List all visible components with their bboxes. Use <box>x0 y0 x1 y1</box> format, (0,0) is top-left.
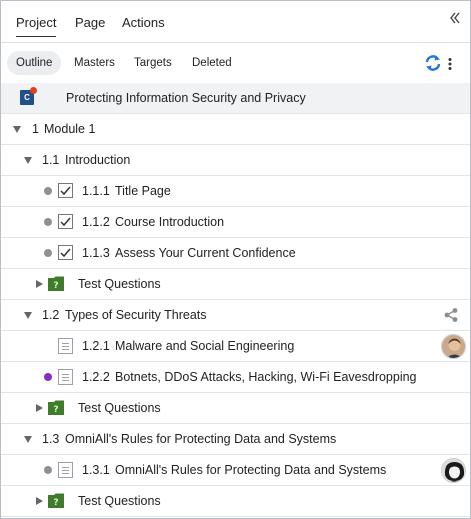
section-row[interactable]: 1.2 Types of Security Threats <box>1 300 470 331</box>
svg-text:?: ? <box>53 405 58 415</box>
page-title: OmniAll's Rules for Protecting Data and … <box>115 463 387 477</box>
tab-targets[interactable]: Targets <box>125 51 181 75</box>
expand-triangle-icon[interactable] <box>24 312 32 319</box>
test-questions-label: Test Questions <box>78 277 161 291</box>
tab-project[interactable]: Project <box>16 15 57 37</box>
section-number: 1.1 <box>42 153 60 167</box>
page-title: Course Introduction <box>115 215 225 229</box>
tab-outline[interactable]: Outline <box>7 51 62 75</box>
checkbox-page-icon[interactable] <box>58 245 73 260</box>
page-row[interactable]: 1.1.2 Course Introduction <box>1 207 470 238</box>
expand-triangle-icon[interactable] <box>24 436 32 443</box>
status-dot <box>44 187 52 195</box>
page-title: Assess Your Current Confidence <box>115 246 296 260</box>
expand-triangle-icon[interactable] <box>13 126 21 133</box>
test-questions-label: Test Questions <box>78 494 161 508</box>
avatar[interactable] <box>441 334 466 359</box>
test-questions-row[interactable]: ? Test Questions <box>1 269 470 300</box>
page-row[interactable]: 1.1.1 Title Page <box>1 176 470 207</box>
page-number: 1.3.1 <box>82 463 110 477</box>
section-title: Introduction <box>65 153 131 167</box>
expand-triangle-icon[interactable] <box>36 280 43 288</box>
checkbox-page-icon[interactable] <box>58 214 73 229</box>
page-title: Title Page <box>115 184 171 198</box>
section-row[interactable]: 1.1 Introduction <box>1 145 470 176</box>
tab-page[interactable]: Page <box>75 15 105 30</box>
page-row[interactable]: 1.2.2 Botnets, DDoS Attacks, Hacking, Wi… <box>1 362 470 393</box>
checkbox-page-icon[interactable] <box>58 183 73 198</box>
section-row[interactable]: 1.3 OmniAll's Rules for Protecting Data … <box>1 424 470 455</box>
tab-masters[interactable]: Masters <box>65 51 124 75</box>
notification-dot <box>30 87 37 94</box>
top-tab-bar: Project Page Actions <box>1 1 470 43</box>
course-title: Protecting Information Security and Priv… <box>66 91 306 105</box>
module-row[interactable]: 1 Module 1 <box>1 114 470 145</box>
page-number: 1.1.2 <box>82 215 110 229</box>
sync-icon[interactable] <box>425 55 441 71</box>
avatar[interactable] <box>441 458 466 483</box>
section-title: Types of Security Threats <box>65 308 207 322</box>
share-icon[interactable] <box>444 308 458 322</box>
page-number: 1.1.1 <box>82 184 110 198</box>
page-title: Botnets, DDoS Attacks, Hacking, Wi-Fi Ea… <box>115 370 417 384</box>
expand-triangle-icon[interactable] <box>36 404 43 412</box>
expand-triangle-icon[interactable] <box>36 497 43 505</box>
sub-tab-bar: Outline Masters Targets Deleted <box>1 43 470 83</box>
module-title: Module 1 <box>44 122 96 136</box>
page-row[interactable]: 1.1.3 Assess Your Current Confidence <box>1 238 470 269</box>
question-folder-icon: ? <box>48 400 64 415</box>
test-questions-row[interactable]: ? Test Questions <box>1 486 470 517</box>
svg-text:?: ? <box>53 281 58 291</box>
page-icon <box>58 462 73 478</box>
test-questions-label: Test Questions <box>78 401 161 415</box>
section-number: 1.2 <box>42 308 60 322</box>
course-icon: C <box>20 87 37 105</box>
status-dot <box>44 249 52 257</box>
question-folder-icon: ? <box>48 276 64 291</box>
page-row[interactable]: 1.2.1 Malware and Social Engineering <box>1 331 470 362</box>
status-dot <box>44 466 52 474</box>
section-title: OmniAll's Rules for Protecting Data and … <box>65 432 337 446</box>
page-title: Malware and Social Engineering <box>115 339 295 353</box>
tab-deleted[interactable]: Deleted <box>183 51 241 75</box>
status-dot <box>44 373 52 381</box>
project-panel: Project Page Actions Outline Masters Tar… <box>0 0 471 519</box>
module-number: 1 <box>32 122 39 136</box>
status-dot <box>44 218 52 226</box>
svg-text:?: ? <box>53 498 58 508</box>
page-icon <box>58 369 73 385</box>
page-number: 1.2.2 <box>82 370 110 384</box>
page-row[interactable]: 1.3.1 OmniAll's Rules for Protecting Dat… <box>1 455 470 486</box>
double-chevron-left-icon[interactable] <box>450 12 460 24</box>
kebab-menu-icon[interactable] <box>448 58 452 70</box>
page-number: 1.1.3 <box>82 246 110 260</box>
section-number: 1.3 <box>42 432 60 446</box>
page-icon <box>58 338 73 354</box>
tab-actions[interactable]: Actions <box>122 15 165 30</box>
question-folder-icon: ? <box>48 493 64 508</box>
course-row[interactable]: C Protecting Information Security and Pr… <box>1 83 470 114</box>
expand-triangle-icon[interactable] <box>24 157 32 164</box>
page-number: 1.2.1 <box>82 339 110 353</box>
test-questions-row[interactable]: ? Test Questions <box>1 393 470 424</box>
